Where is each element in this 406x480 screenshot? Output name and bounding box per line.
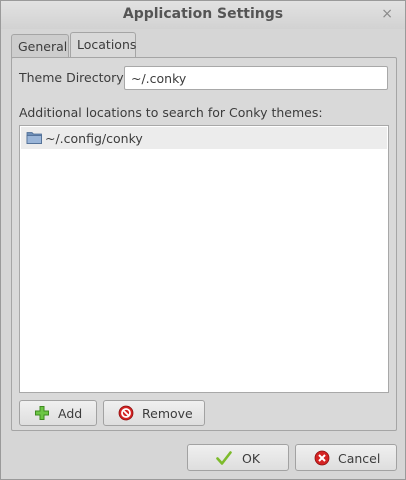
remove-button-label: Remove (142, 406, 193, 421)
cancel-icon (314, 450, 330, 466)
add-button[interactable]: Add (19, 400, 97, 426)
close-icon[interactable]: × (381, 6, 393, 22)
tab-general[interactable]: General (11, 34, 69, 58)
locations-list[interactable]: ~/.config/conky (19, 125, 389, 393)
cancel-button[interactable]: Cancel (295, 444, 397, 471)
ok-button[interactable]: OK (187, 444, 289, 471)
list-item[interactable]: ~/.config/conky (21, 127, 387, 149)
window-title: Application Settings (122, 6, 284, 22)
ok-button-label: OK (242, 451, 261, 466)
theme-directory-input[interactable] (124, 66, 388, 90)
settings-window: Application Settings × General Locations… (0, 0, 406, 480)
add-button-label: Add (58, 406, 83, 421)
theme-directory-label: Theme Directory (19, 70, 124, 85)
tab-locations[interactable]: Locations (70, 32, 136, 58)
remove-icon (118, 405, 134, 421)
cancel-button-label: Cancel (338, 451, 381, 466)
remove-button[interactable]: Remove (103, 400, 205, 426)
title-bar[interactable]: Application Settings × (1, 1, 405, 29)
list-item-label: ~/.config/conky (45, 131, 143, 146)
folder-icon (26, 132, 42, 144)
locations-label: Additional locations to search for Conky… (19, 105, 323, 120)
check-icon (216, 451, 232, 465)
plus-icon (35, 406, 49, 420)
